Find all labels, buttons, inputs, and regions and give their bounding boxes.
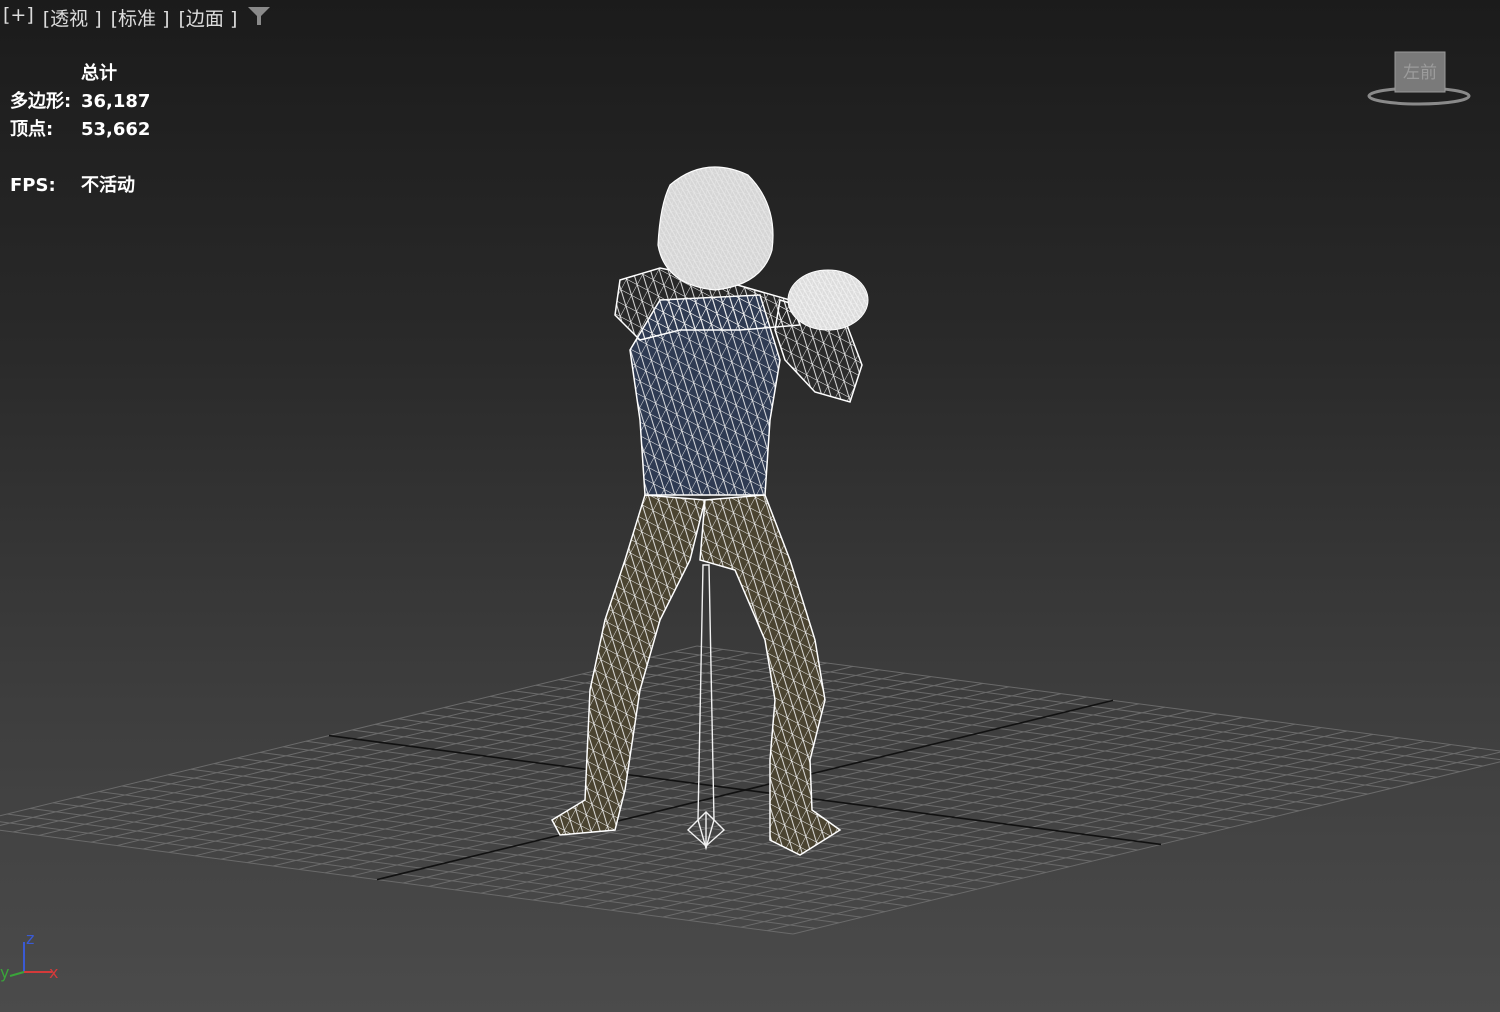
- viewport-plus-menu[interactable]: [+]: [0, 4, 40, 31]
- polygons-label: 多边形:: [10, 91, 72, 112]
- stats-fps-row: FPS: 不活动: [10, 172, 150, 200]
- vertices-label: 顶点:: [10, 119, 54, 140]
- left-leg-mesh: [551, 494, 706, 836]
- statistics-overlay: 总计 多边形: 36,187 顶点: 53,662 FPS: 不活动: [10, 60, 150, 200]
- axis-y-label: y: [0, 963, 9, 982]
- fps-label: FPS:: [10, 175, 56, 196]
- vertices-value: 53,662: [81, 119, 151, 140]
- axis-x-label: x: [49, 963, 58, 982]
- stats-vertices-row: 顶点: 53,662: [10, 116, 150, 144]
- polygons-value: 36,187: [81, 91, 151, 112]
- scene-canvas[interactable]: [0, 0, 1500, 1012]
- stats-header: 总计: [81, 63, 117, 84]
- axis-z-label: z: [26, 929, 34, 948]
- 3d-viewport[interactable]: [+] [透视 ] [标准 ] [边面 ] 总计 多边形: 36,187 顶点:…: [0, 0, 1500, 1012]
- viewport-label-menu: [+] [透视 ] [标准 ] [边面 ]: [0, 4, 243, 31]
- fps-value: 不活动: [81, 175, 135, 196]
- viewport-display-menu[interactable]: [边面 ]: [176, 4, 244, 31]
- axis-tripod: z x y: [0, 928, 70, 988]
- funnel-icon[interactable]: [246, 4, 272, 28]
- stats-polygons-row: 多边形: 36,187: [10, 88, 150, 116]
- pivot-gizmo[interactable]: [686, 564, 726, 851]
- ground-grid: [0, 645, 1500, 935]
- viewport-view-menu[interactable]: [透视 ]: [40, 4, 108, 31]
- viewcube-face-label: 左前: [1403, 63, 1437, 83]
- fist-mesh-lines: [788, 270, 868, 330]
- head-mesh-lines: [658, 167, 773, 290]
- viewcube[interactable]: 左前: [1364, 44, 1474, 114]
- viewport-shading-menu[interactable]: [标准 ]: [108, 4, 176, 31]
